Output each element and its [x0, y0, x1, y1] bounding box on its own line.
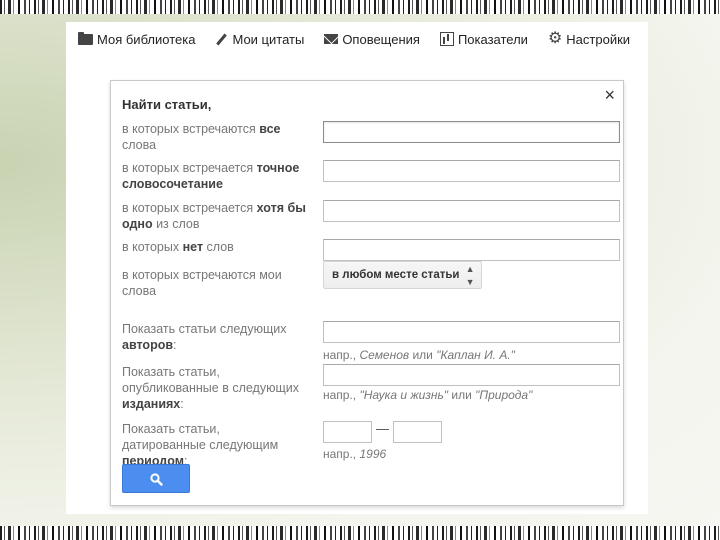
word-location-select[interactable]: в любом месте статьи ▲ ▼ [323, 261, 483, 289]
search-button[interactable] [122, 464, 190, 493]
top-navigation: Моя библиотека Мои цитаты Оповещения Пок… [78, 28, 648, 50]
authors-hint: напр., Семенов или "Каплан И. А." [323, 348, 515, 362]
nav-alerts[interactable]: Оповещения [324, 32, 420, 47]
publication-label: Показать статьи, опубликованные в следую… [122, 365, 299, 411]
period-from-input[interactable] [323, 421, 372, 443]
nav-my-citations-label: Мои цитаты [232, 31, 305, 47]
folder-icon [78, 31, 93, 45]
pencil-icon [216, 33, 228, 45]
all-words-input[interactable] [323, 121, 620, 143]
publication-input[interactable] [323, 364, 620, 386]
nav-metrics[interactable]: Показатели [439, 31, 528, 47]
nav-settings[interactable]: ⚙ Настройки [547, 30, 631, 47]
gear-icon: ⚙ [547, 30, 563, 47]
dialog-title: Найти статьи, [122, 97, 212, 112]
nav-my-citations[interactable]: Мои цитаты [215, 32, 304, 47]
period-dash: — [376, 421, 389, 436]
up-down-arrows-icon: ▲ ▼ [465, 264, 475, 287]
any-words-label: в которых встречается хотя бы одно из сл… [122, 201, 306, 231]
nav-my-library[interactable]: Моя библиотека [78, 31, 196, 47]
period-hint: напр., 1996 [323, 447, 387, 461]
without-words-input[interactable] [323, 239, 620, 261]
nav-metrics-label: Показатели [457, 31, 528, 47]
word-location-label: в которых встречаются мои слова [122, 268, 282, 298]
word-location-value: в любом месте статьи [332, 269, 460, 281]
publication-hint: напр., "Наука и жизнь" или "Природа" [323, 388, 533, 402]
decorative-stripe-top [0, 0, 720, 14]
authors-input[interactable] [323, 321, 620, 343]
mail-icon [324, 34, 339, 44]
all-words-label: в которых встречаются все слова [122, 122, 281, 152]
period-label: Показать статьи, датированные следующим … [122, 422, 279, 468]
nav-settings-label: Настройки [566, 31, 631, 47]
advanced-search-dialog: × Найти статьи, в которых встречаются вс… [110, 80, 624, 506]
nav-my-library-label: Моя библиотека [97, 31, 196, 47]
exact-phrase-input[interactable] [323, 160, 620, 182]
without-words-label: в которых нет слов [122, 240, 234, 254]
search-icon [150, 473, 163, 486]
authors-label: Показать статьи следующих авторов: [122, 322, 287, 352]
decorative-stripe-bottom [0, 526, 720, 540]
any-words-input[interactable] [323, 200, 620, 222]
close-icon[interactable]: × [604, 86, 615, 104]
chart-icon [439, 32, 454, 46]
exact-phrase-label: в которых встречается точное словосочета… [122, 161, 300, 191]
period-to-input[interactable] [393, 421, 442, 443]
nav-alerts-label: Оповещения [342, 31, 420, 47]
